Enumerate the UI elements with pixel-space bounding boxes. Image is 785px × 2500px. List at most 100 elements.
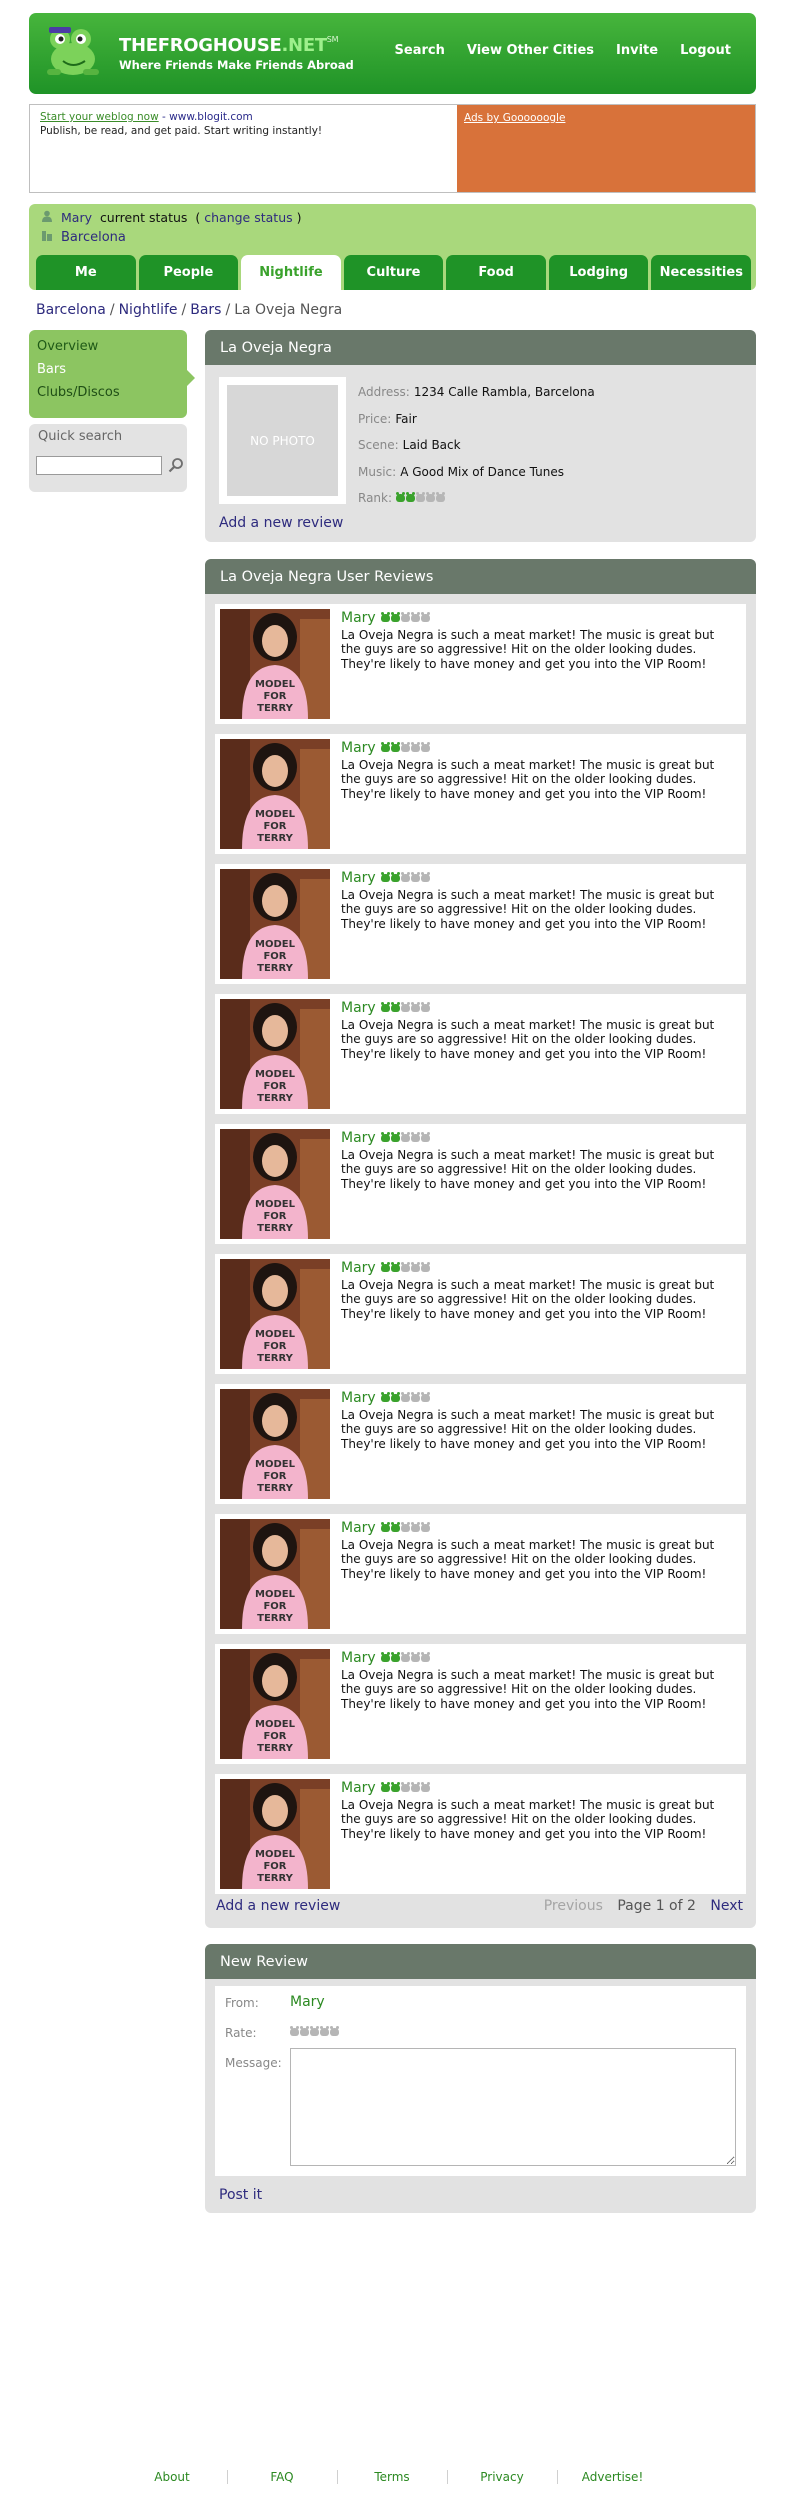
- rate-label: Rate:: [225, 2026, 257, 2040]
- reviewer-name[interactable]: Mary: [341, 1650, 376, 1666]
- reviewer-photo[interactable]: MODEL FOR TERRY: [220, 1389, 330, 1499]
- svg-text:FOR: FOR: [263, 1601, 286, 1612]
- reviewer-name[interactable]: Mary: [341, 740, 376, 756]
- reviewer-name[interactable]: Mary: [341, 1130, 376, 1146]
- reviewer-name[interactable]: Mary: [341, 1000, 376, 1016]
- frog-rating-icon: [400, 1782, 410, 1793]
- footer-terms[interactable]: Terms: [338, 2470, 448, 2484]
- submenu-overview[interactable]: Overview: [29, 336, 187, 359]
- ads-by-link[interactable]: Ads by Goooooogle: [464, 112, 565, 124]
- reviewer-photo-icon: MODEL FOR TERRY: [220, 609, 330, 719]
- frog-rating-icon: [420, 872, 430, 883]
- tab-people[interactable]: People: [138, 255, 239, 290]
- reviewer-photo-icon: MODEL FOR TERRY: [220, 999, 330, 1109]
- svg-text:TERRY: TERRY: [257, 1093, 294, 1104]
- footer-privacy[interactable]: Privacy: [448, 2470, 558, 2484]
- reviewer-name[interactable]: Mary: [341, 870, 376, 886]
- frog-rating-icon: [420, 1522, 430, 1533]
- review-card: MODEL FOR TERRY Mary La Oveja Negra is s…: [215, 1124, 746, 1244]
- reviewer-name[interactable]: Mary: [341, 1520, 376, 1536]
- review-text-block: Mary La Oveja Negra is such a meat marke…: [341, 1781, 736, 1841]
- section-tabs: Me People Nightlife Culture Food Lodging…: [36, 255, 752, 291]
- status-user-link[interactable]: Mary: [61, 210, 92, 225]
- frog-rating-icon: [410, 1262, 420, 1273]
- review-rating-icons: [380, 1391, 431, 1406]
- user-status-panel: Mary current status ( change status ) Ba…: [29, 204, 756, 290]
- tab-me[interactable]: Me: [36, 255, 136, 290]
- site-logo-text[interactable]: THEFROGHOUSE.NETSM: [119, 35, 338, 56]
- reviewer-photo[interactable]: MODEL FOR TERRY: [220, 1259, 330, 1369]
- music-label: Music:: [358, 464, 397, 479]
- quick-search-label: Quick search: [38, 429, 123, 444]
- frog-rating-icon: [410, 1002, 420, 1013]
- reviewer-name[interactable]: Mary: [341, 1390, 376, 1406]
- change-status-link[interactable]: change status: [204, 210, 292, 225]
- tab-nightlife[interactable]: Nightlife: [241, 255, 341, 290]
- scene-label: Scene:: [358, 438, 399, 452]
- message-label: Message:: [225, 2056, 282, 2070]
- address-value: 1234 Calle Rambla, Barcelona: [413, 385, 595, 399]
- footer-faq[interactable]: FAQ: [228, 2470, 338, 2484]
- submenu-clubs-discos[interactable]: Clubs/Discos: [29, 382, 187, 405]
- reviewer-name[interactable]: Mary: [341, 610, 376, 626]
- reviewer-photo[interactable]: MODEL FOR TERRY: [220, 869, 330, 979]
- city-link[interactable]: Barcelona: [61, 230, 126, 245]
- reviewer-name[interactable]: Mary: [341, 1780, 376, 1796]
- ad-link[interactable]: Start your weblog now: [40, 111, 159, 123]
- frog-rating-icon: [400, 1132, 410, 1143]
- reviews-title: La Oveja Negra User Reviews: [205, 559, 756, 594]
- review-text-block: Mary La Oveja Negra is such a meat marke…: [341, 871, 736, 931]
- venue-panel: La Oveja Negra NO PHOTO Address: 1234 Cal…: [205, 330, 756, 542]
- breadcrumb-bars[interactable]: Bars: [190, 302, 221, 318]
- reviewer-photo[interactable]: MODEL FOR TERRY: [220, 1129, 330, 1239]
- svg-text:TERRY: TERRY: [257, 963, 294, 974]
- svg-text:MODEL: MODEL: [255, 679, 296, 690]
- tab-lodging[interactable]: Lodging: [548, 255, 649, 290]
- pager-next[interactable]: Next: [710, 1898, 743, 1914]
- reviewer-photo[interactable]: MODEL FOR TERRY: [220, 739, 330, 849]
- add-review-link-bottom[interactable]: Add a new review: [216, 1898, 340, 1914]
- breadcrumb-barcelona[interactable]: Barcelona: [36, 302, 106, 318]
- breadcrumb-nightlife[interactable]: Nightlife: [119, 302, 178, 318]
- nav-logout[interactable]: Logout: [680, 43, 731, 58]
- message-textarea[interactable]: [290, 2048, 736, 2166]
- svg-text:FOR: FOR: [263, 1471, 286, 1482]
- search-icon[interactable]: [168, 457, 184, 473]
- tab-food[interactable]: Food: [446, 255, 546, 290]
- reviewer-photo-icon: MODEL FOR TERRY: [220, 869, 330, 979]
- reviewer-photo[interactable]: MODEL FOR TERRY: [220, 1779, 330, 1889]
- nav-view-other-cities[interactable]: View Other Cities: [467, 43, 594, 58]
- user-icon: [41, 210, 53, 222]
- reviewer-photo[interactable]: MODEL FOR TERRY: [220, 999, 330, 1109]
- pager-info: Page 1 of 2: [617, 1898, 696, 1914]
- quick-search-input[interactable]: [36, 456, 162, 475]
- reviewer-name[interactable]: Mary: [341, 1260, 376, 1276]
- nav-search[interactable]: Search: [395, 43, 445, 58]
- frog-rating-icon: [380, 612, 390, 623]
- review-body: La Oveja Negra is such a meat market! Th…: [341, 1407, 715, 1451]
- footer-about[interactable]: About: [118, 2470, 228, 2484]
- frog-rating-icon: [300, 2026, 309, 2036]
- add-review-link-top[interactable]: Add a new review: [219, 515, 343, 531]
- ad-url[interactable]: www.blogit.com: [169, 111, 253, 123]
- frog-rating-icon: [390, 1782, 400, 1793]
- svg-text:TERRY: TERRY: [257, 1223, 294, 1234]
- svg-text:MODEL: MODEL: [255, 1329, 296, 1340]
- rate-input-icons[interactable]: [290, 2025, 340, 2039]
- frog-rating-icon: [420, 1392, 430, 1403]
- breadcrumb: Barcelona / Nightlife / Bars / La Oveja Negra: [36, 302, 342, 318]
- submenu-bars[interactable]: Bars: [29, 359, 187, 382]
- ad-description: Publish, be read, and get paid. Start wr…: [40, 125, 323, 137]
- frog-rating-icon: [380, 742, 390, 753]
- frog-rating-icon: [400, 872, 410, 883]
- reviewer-photo[interactable]: MODEL FOR TERRY: [220, 1649, 330, 1759]
- tab-necessities[interactable]: Necessities: [651, 255, 752, 290]
- nav-invite[interactable]: Invite: [616, 43, 658, 58]
- rank-rating-icons: [396, 485, 446, 512]
- footer-advertise[interactable]: Advertise!: [558, 2470, 668, 2484]
- tab-culture[interactable]: Culture: [343, 255, 444, 290]
- address-label: Address:: [358, 385, 410, 399]
- reviewer-photo[interactable]: MODEL FOR TERRY: [220, 609, 330, 719]
- reviewer-photo[interactable]: MODEL FOR TERRY: [220, 1519, 330, 1629]
- post-review-button[interactable]: Post it: [219, 2187, 262, 2203]
